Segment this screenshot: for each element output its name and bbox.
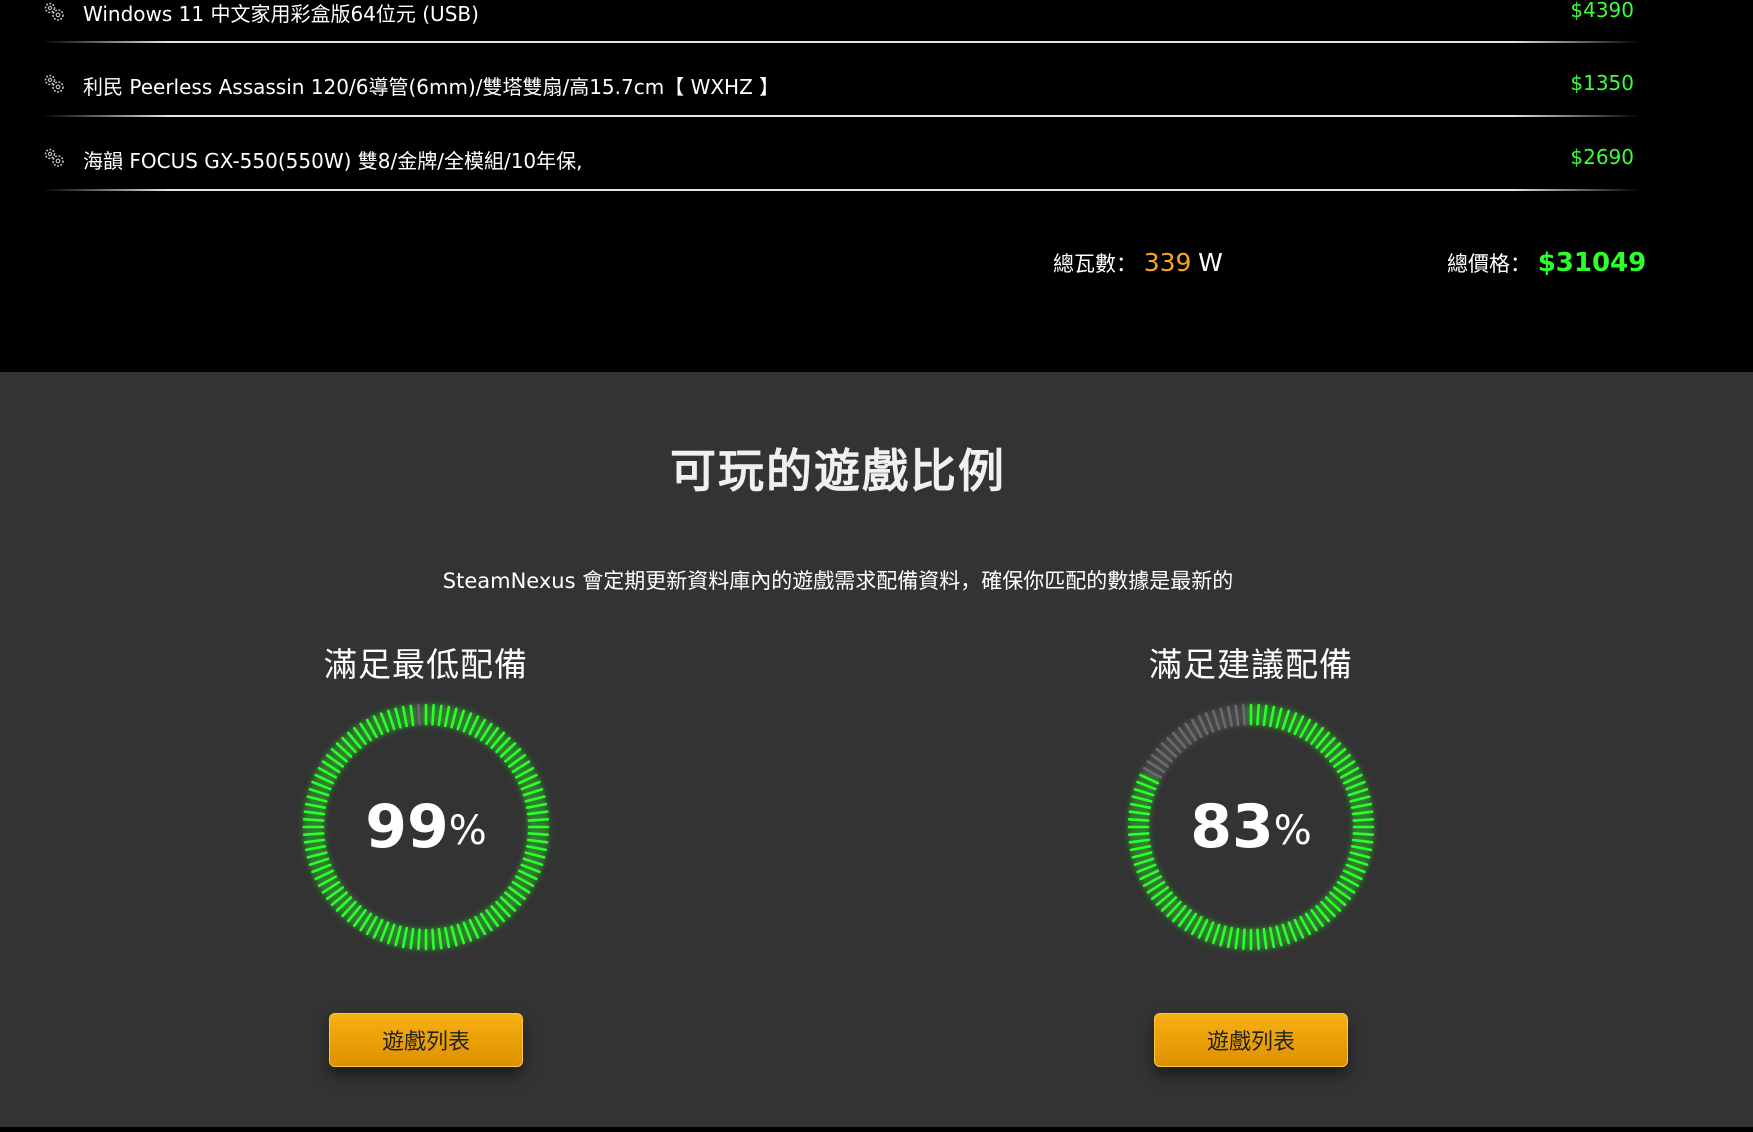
row-divider [42,115,1640,117]
total-wattage: 總瓦數： 339 W [1053,248,1223,278]
gears-icon [44,148,64,167]
minimum-spec-title: 滿足最低配備 [324,645,528,684]
gears-icon [44,2,64,21]
row-divider [42,41,1640,43]
percent-sign: % [1273,808,1312,854]
total-wattage-label: 總瓦數： [1053,252,1137,276]
part-price: $1350 [1570,71,1634,95]
total-wattage-unit: W [1198,248,1223,277]
minimum-spec-gauge: 99 % [296,697,556,957]
recommended-spec-gauge: 83 % [1121,697,1381,957]
part-price: $2690 [1570,145,1634,169]
total-price-value: $31049 [1537,248,1647,278]
section-title: 可玩的遊戲比例 [670,444,1006,498]
minimum-game-list-button[interactable]: 遊戲列表 [329,1013,523,1067]
part-price: $4390 [1570,0,1634,22]
recommended-spec-title: 滿足建議配備 [1149,645,1353,684]
part-row: 利民 Peerless Assassin 120/6導管(6mm)/雙塔雙扇/高… [42,68,1640,140]
part-name: 利民 Peerless Assassin 120/6導管(6mm)/雙塔雙扇/高… [83,75,780,99]
part-row: Windows 11 中文家用彩盒版64位元 (USB) $4390 [42,0,1640,64]
section-bottom-border [0,1127,1753,1132]
part-name: 海韻 FOCUS GX-550(550W) 雙8/金牌/全模組/10年保, [83,149,583,173]
total-price: 總價格： $31049 [1447,248,1646,278]
gauge-value: 99 % [296,697,556,957]
section-subtitle: SteamNexus 會定期更新資料庫內的遊戲需求配備資料，確保你匹配的數據是最… [442,569,1234,593]
part-name: Windows 11 中文家用彩盒版64位元 (USB) [83,2,479,26]
percent-sign: % [448,808,487,854]
gears-icon [44,74,64,93]
part-row: 海韻 FOCUS GX-550(550W) 雙8/金牌/全模組/10年保, $2… [42,142,1640,214]
gauge-value: 83 % [1121,697,1381,957]
minimum-percent-value: 99 [365,792,449,862]
total-price-label: 總價格： [1447,252,1531,276]
recommended-game-list-button[interactable]: 遊戲列表 [1154,1013,1348,1067]
total-wattage-value: 339 [1143,248,1192,277]
recommended-percent-value: 83 [1190,792,1274,862]
row-divider [42,189,1640,191]
